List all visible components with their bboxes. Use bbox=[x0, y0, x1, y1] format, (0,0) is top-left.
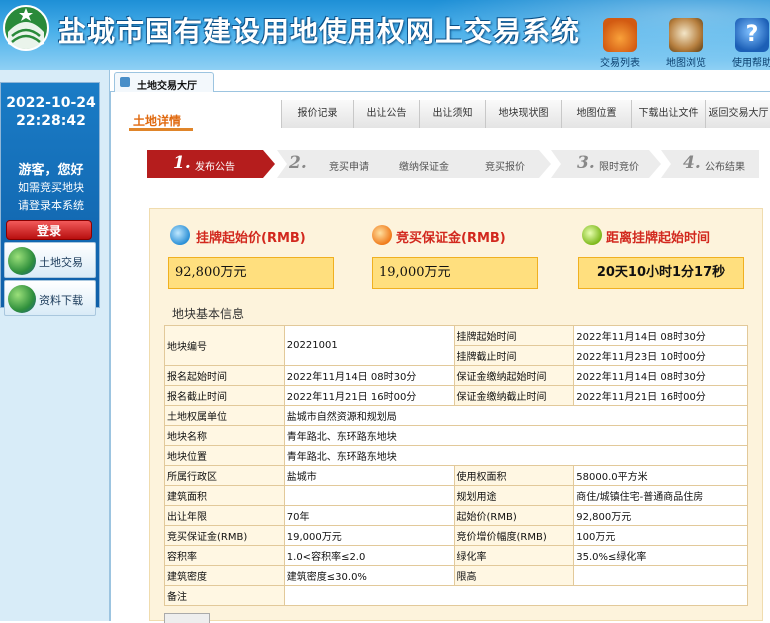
partial-button[interactable] bbox=[164, 613, 210, 623]
system-title: 盐城市国有建设用地使用权网上交易系统 bbox=[58, 15, 581, 48]
transaction-list-button[interactable]: 交易列表 bbox=[590, 18, 650, 69]
logo-icon bbox=[3, 5, 49, 51]
help-button[interactable]: ? 使用帮助 bbox=[722, 18, 770, 69]
need-bid-hint: 如需竞买地块 bbox=[18, 181, 84, 194]
current-date: 2022-10-24 bbox=[6, 95, 96, 111]
start-price-label: 挂牌起始价(RMB) bbox=[196, 231, 306, 246]
nav-notice[interactable]: 出让公告 bbox=[353, 100, 419, 128]
nav-download-file[interactable]: 下载出让文件 bbox=[631, 100, 705, 128]
table-row: 容积率 1.0<容积率≤2.0 绿化率 35.0%≤绿化率 bbox=[164, 545, 748, 566]
deposit-icon bbox=[372, 225, 392, 245]
please-login-hint: 请登录本系统 bbox=[18, 199, 84, 212]
land-info-table: 地块编号 20221001 挂牌起始时间 2022年11月14日 08时30分 … bbox=[164, 325, 749, 606]
section-underline bbox=[129, 128, 193, 131]
sidebar-item-label: 资料下载 bbox=[39, 294, 83, 307]
sidebar-item-download[interactable]: 资料下载 bbox=[4, 280, 96, 316]
sidebar-item-land-trade[interactable]: 土地交易 bbox=[4, 242, 96, 278]
table-row: 备注 bbox=[164, 585, 749, 606]
nav-map-location[interactable]: 地图位置 bbox=[561, 100, 631, 128]
nav-bid-records[interactable]: 报价记录 bbox=[281, 100, 353, 128]
nav-back-to-hall[interactable]: 返回交易大厅 bbox=[705, 100, 770, 128]
table-row: 竞买保证金(RMB) 19,000万元 竞价增价幅度(RMB) 100万元 bbox=[164, 525, 748, 546]
progress-steps: 1. 发布公告 2. 竞买申请 缴纳保证金 竞买报价 3. 限时竞价 4. 公布… bbox=[147, 150, 759, 178]
left-sidebar: 2022-10-24 22:28:42 游客，您好 如需竞买地块 请登录本系统 … bbox=[0, 70, 110, 621]
table-row: 地块编号 20221001 挂牌起始时间 2022年11月14日 08时30分 bbox=[164, 325, 748, 366]
price-icon bbox=[170, 225, 190, 245]
table-row: 所属行政区 盐城市 使用权面积 58000.0平方米 bbox=[164, 465, 748, 486]
table-row: 土地权属单位 盐城市自然资源和规划局 bbox=[164, 405, 749, 426]
step-publish-notice: 1. 发布公告 bbox=[147, 150, 275, 178]
land-info-panel: 挂牌起始价(RMB) 92,800万元 竞买保证金(RMB) 19,000万元 … bbox=[149, 208, 763, 623]
globe-download-icon bbox=[8, 285, 36, 313]
table-row: 地块位置 青年路北、东环路东地块 bbox=[164, 445, 749, 466]
house-icon bbox=[603, 18, 637, 52]
tab-strip: 土地交易大厅 bbox=[110, 70, 770, 92]
deposit-label: 竞买保证金(RMB) bbox=[396, 231, 506, 246]
map-magnifier-icon bbox=[669, 18, 703, 52]
detail-nav-bar: 报价记录 出让公告 出让须知 地块现状图 地图位置 下载出让文件 返回交易大厅 bbox=[281, 100, 770, 128]
current-time: 22:28:42 bbox=[16, 113, 86, 129]
sidebar-item-label: 土地交易 bbox=[39, 256, 83, 269]
basic-info-title: 地块基本信息 bbox=[172, 307, 245, 321]
step-timed-bidding: 3. 限时竞价 bbox=[551, 150, 661, 178]
step-bid-apply: 2. 竞买申请 缴纳保证金 竞买报价 bbox=[277, 150, 551, 178]
table-row: 报名截止时间 2022年11月21日 16时00分 保证金缴纳截止时间 2022… bbox=[164, 385, 748, 406]
nav-status-map[interactable]: 地块现状图 bbox=[485, 100, 561, 128]
start-price-value: 92,800万元 bbox=[168, 257, 334, 289]
countdown-value: 20天10小时1分17秒 bbox=[578, 257, 744, 289]
step-publish-result: 4. 公布结果 bbox=[661, 150, 759, 178]
help-icon: ? bbox=[735, 18, 769, 52]
tab-icon bbox=[120, 77, 130, 87]
countdown-label: 距离挂牌起始时间 bbox=[606, 231, 711, 246]
table-row: 地块名称 青年路北、东环路东地块 bbox=[164, 425, 749, 446]
deposit-value: 19,000万元 bbox=[372, 257, 538, 289]
table-row: 建筑面积 规划用途 商住/城镇住宅-普通商品住房 bbox=[164, 485, 748, 506]
login-button[interactable]: 登录 bbox=[6, 220, 92, 240]
table-row: 出让年限 70年 起始价(RMB) 92,800万元 bbox=[164, 505, 748, 526]
welcome-text: 游客，您好 bbox=[18, 163, 84, 178]
tab-land-trade-hall[interactable]: 土地交易大厅 bbox=[114, 72, 214, 92]
nav-instructions[interactable]: 出让须知 bbox=[419, 100, 485, 128]
section-tab-land-details[interactable]: 土地详情 bbox=[119, 98, 269, 131]
table-row: 建筑密度 建筑密度≤30.0% 限高 bbox=[164, 565, 748, 586]
table-row: 报名起始时间 2022年11月14日 08时30分 保证金缴纳起始时间 2022… bbox=[164, 365, 748, 386]
main-content: 土地详情 报价记录 出让公告 出让须知 地块现状图 地图位置 下载出让文件 返回… bbox=[110, 92, 770, 623]
map-browse-button[interactable]: 地图浏览 bbox=[656, 18, 716, 69]
globe-icon bbox=[8, 247, 36, 275]
alarm-clock-icon bbox=[582, 225, 602, 245]
app-header: 盐城市国有建设用地使用权网上交易系统 交易列表 地图浏览 ? 使用帮助 bbox=[0, 0, 770, 70]
